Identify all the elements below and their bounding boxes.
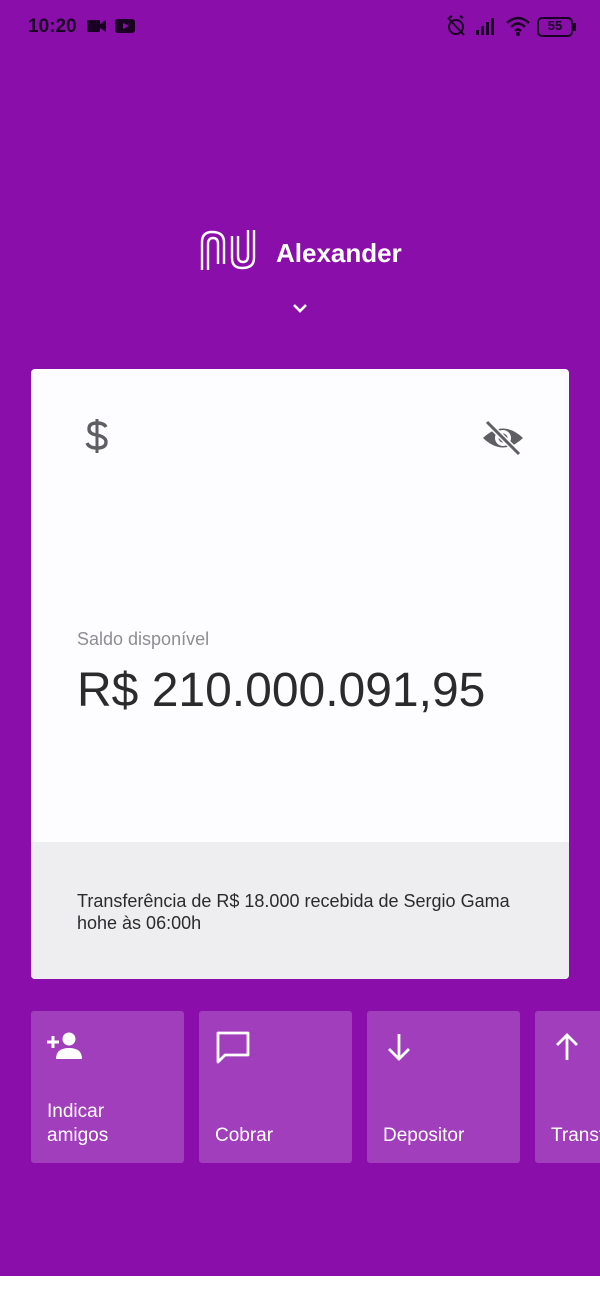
- balance-label: Saldo disponível: [77, 629, 210, 649]
- nu-logo: [198, 228, 264, 277]
- action-cobrar[interactable]: Cobrar: [199, 1011, 352, 1163]
- arrow-up-icon: [549, 1029, 585, 1070]
- chat-icon: [213, 1029, 253, 1070]
- signal-icon: [474, 14, 498, 43]
- user-name: Alexander: [276, 238, 402, 268]
- action-label: Transferir: [551, 1125, 600, 1146]
- alarm-off-icon: [444, 14, 468, 43]
- wifi-icon: [505, 14, 531, 43]
- arrow-down-icon: [381, 1029, 417, 1070]
- person-add-icon: [45, 1029, 85, 1068]
- chevron-down-icon[interactable]: [289, 300, 311, 321]
- eye-off-icon[interactable]: [481, 419, 525, 462]
- action-label: Cobrar: [215, 1125, 274, 1146]
- balance-value: R$ 210.000.091,95: [77, 664, 486, 717]
- status-bar: 10:20 55: [0, 0, 600, 54]
- card-footer[interactable]: Transferência de R$ 18.000 recebida de S…: [31, 842, 569, 979]
- battery-icon: 55: [537, 16, 577, 43]
- dollar-icon: [84, 417, 110, 460]
- account-card[interactable]: Saldo disponível R$ 210.000.091,95 Trans…: [31, 369, 569, 979]
- youtube-icon: [114, 14, 136, 43]
- battery-level: 55: [547, 18, 563, 33]
- action-depositor[interactable]: Depositor: [367, 1011, 520, 1163]
- video-camera-icon: [86, 14, 108, 43]
- account-header[interactable]: Alexander: [0, 222, 600, 322]
- action-label: Indicar amigos: [47, 1101, 109, 1146]
- bottom-bar: [0, 1276, 600, 1300]
- action-transferir[interactable]: Transferir: [535, 1011, 600, 1163]
- status-time: 10:20: [28, 16, 77, 37]
- action-indicar-amigos[interactable]: Indicar amigos: [31, 1011, 184, 1163]
- shortcuts-row[interactable]: Indicar amigos Cobrar Depositor Transfer…: [0, 1011, 600, 1163]
- last-transaction-notification: Transferência de R$ 18.000 recebida de S…: [77, 891, 510, 933]
- action-label: Depositor: [383, 1125, 465, 1146]
